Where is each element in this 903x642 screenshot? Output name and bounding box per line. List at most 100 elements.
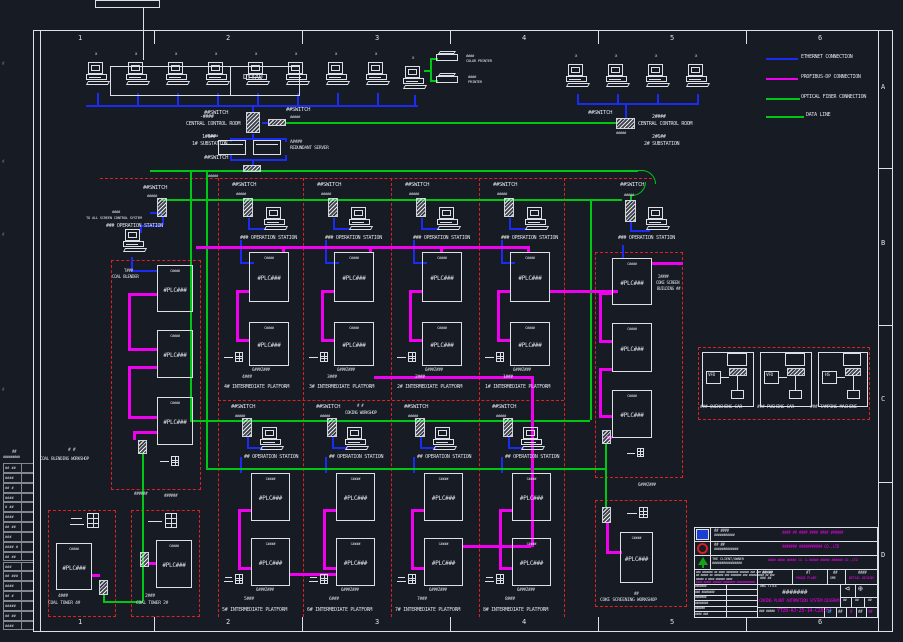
- left-table-cell: ## ###: [5, 574, 18, 578]
- label: 6###Z###: [337, 368, 355, 372]
- plc-code: C####: [250, 256, 288, 260]
- label: #####: [235, 414, 245, 418]
- plc-box: C#####PLC###: [251, 538, 290, 586]
- plc-box: C#### #PLC###: [157, 397, 193, 445]
- label: x: [575, 54, 577, 58]
- label: 4###: [58, 595, 68, 600]
- legend-label: ETHERNET CONNECTION: [801, 55, 853, 60]
- printer-icon: [436, 72, 460, 84]
- plc-box: C#####PLC###: [424, 473, 463, 521]
- switch-icon: [787, 368, 805, 376]
- plc-code: C####: [158, 401, 192, 405]
- plc-label: #PLC###: [425, 495, 462, 502]
- left-table-row: ## ##: [3, 522, 34, 532]
- plc-code: C####: [423, 326, 461, 330]
- label: x: [615, 54, 617, 58]
- switch-icon: [140, 552, 149, 567]
- zone-number-top: 1: [78, 35, 82, 42]
- label: #####: [208, 134, 218, 138]
- plc-code: C####: [613, 394, 651, 398]
- switch-icon: [416, 198, 426, 217]
- switch-icon: [138, 440, 147, 454]
- workstation-icon: [206, 62, 230, 88]
- label: #####: [147, 194, 157, 198]
- label: DETAIL DESIGN: [849, 577, 873, 581]
- plc-code: C####: [511, 326, 549, 330]
- label: PHASE PLANT: [796, 577, 817, 581]
- operation-station-label: ### OPERATION STATION: [413, 236, 470, 241]
- plc-label: #PLC###: [158, 419, 192, 426]
- zone-number-top: 3: [375, 35, 379, 42]
- platform-label: 6# INTERMEDIATE PLATFORM: [307, 608, 372, 613]
- label: #####: [290, 115, 300, 119]
- operation-station-label: ### OPERATION STATION: [501, 236, 558, 241]
- platform-label: 8# INTERMEDIATE PLATFORM: [483, 608, 548, 613]
- legend-line-sample: [766, 116, 804, 118]
- zone-number-top: 6: [818, 35, 822, 42]
- plc-box: C#####PLC###: [249, 322, 289, 366]
- label: ######: [164, 494, 177, 498]
- plc-label: #PLC###: [335, 275, 373, 282]
- plc-box: C#####PLC###: [612, 323, 652, 372]
- zone-number-bottom: 2: [226, 619, 230, 626]
- plc-label: #PLC###: [337, 495, 374, 502]
- plc-label: #PLC###: [511, 342, 549, 349]
- workstation-icon: [403, 66, 427, 92]
- left-table-row: ####: [3, 473, 34, 483]
- area-label: COKING WORKSHOP: [345, 411, 377, 415]
- operation-station-label: ### OPERATION STATION: [240, 236, 297, 241]
- plc-code: C####: [335, 326, 373, 330]
- switch-icon: [625, 200, 636, 222]
- switch-icon: [616, 118, 635, 129]
- label: #####: [320, 414, 330, 418]
- workstation-icon: [326, 62, 350, 88]
- plc-code: C####: [621, 536, 652, 540]
- phase-label: [309, 574, 329, 585]
- outline-box: [789, 390, 802, 399]
- left-table-row: ####: [3, 581, 34, 591]
- label: 6###Z###: [341, 588, 359, 592]
- label: x: [255, 52, 257, 56]
- label: #####: [409, 192, 419, 196]
- logo-icon: [696, 529, 709, 540]
- outline-box: [847, 390, 860, 399]
- label: ##: [868, 599, 871, 603]
- left-table-row: ###: [3, 562, 34, 572]
- operation-station-label: ### OPERATION STATION: [106, 224, 163, 229]
- label: 3###: [327, 376, 337, 381]
- plc-box: C#####PLC###: [612, 390, 652, 438]
- left-table-row: ####: [3, 621, 34, 631]
- switch-icon: [243, 198, 253, 217]
- switch-icon: [246, 112, 260, 133]
- zone-number-top: 4: [522, 35, 526, 42]
- label: ### #####: [759, 610, 775, 614]
- plc-box: C#####PLC###: [336, 538, 375, 586]
- legend-line-sample: [766, 78, 798, 80]
- workstation-icon: [433, 427, 457, 453]
- dwg-title: COKING PLANT AUTOMATION SYSTEM DIAGRAM: [759, 599, 839, 603]
- workstation-icon: [566, 64, 590, 90]
- plc-label: #PLC###: [158, 352, 192, 359]
- plc-label: #PLC###: [158, 287, 192, 294]
- plc-code: C####: [513, 477, 550, 481]
- left-table-row: #####: [3, 601, 34, 611]
- label: x: [295, 52, 297, 56]
- label: CENTRAL CONTROL ROOM: [638, 122, 692, 127]
- label: SME: [830, 577, 836, 581]
- outline-box: [727, 353, 747, 366]
- plc-code: C####: [158, 334, 192, 338]
- zone-number-bottom: 4: [522, 619, 526, 626]
- label: 1#: [827, 610, 831, 614]
- left-table-row: ####: [3, 512, 34, 522]
- plc-label: #PLC###: [57, 565, 91, 572]
- plc-box: C#####PLC###: [512, 538, 551, 586]
- label: ##: [833, 571, 837, 575]
- plc-label: #PLC###: [613, 280, 651, 287]
- plc-code: C####: [423, 256, 461, 260]
- left-table-cell: ####: [5, 496, 14, 500]
- plc-code: C####: [513, 542, 550, 546]
- plc-label: #PLC###: [250, 342, 288, 349]
- label: TO ALL SCREEN CONTROL SYSTEM: [86, 216, 142, 220]
- switch-label: ##SWITCH: [232, 183, 256, 189]
- plc-code: C####: [337, 477, 374, 481]
